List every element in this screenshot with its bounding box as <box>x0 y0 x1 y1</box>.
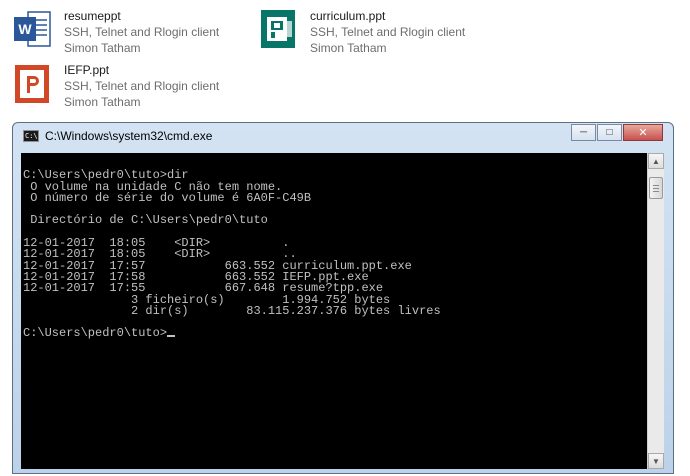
file-type: SSH, Telnet and Rlogin client <box>64 25 220 39</box>
file-company: Simon Tatham <box>64 41 141 55</box>
scroll-down-arrow-icon[interactable]: ▼ <box>648 453 664 469</box>
console-lines: C:\Users\pedr0\tuto>dir O volume na unid… <box>23 168 441 340</box>
vertical-scrollbar[interactable]: ▲ ▼ <box>647 153 664 469</box>
console-app-icon: C:\ <box>23 130 39 142</box>
console-line: C:\Users\pedr0\tuto> <box>23 326 168 341</box>
word-document-icon: W <box>14 11 51 47</box>
maximize-button[interactable]: □ <box>597 124 622 141</box>
console-line: 2 dir(s) 83.115.237.376 bytes livres <box>23 303 441 318</box>
cmd-window[interactable]: C:\ C:\Windows\system32\cmd.exe ─ □ ✕ C:… <box>12 122 674 474</box>
file-name: resumeppt <box>64 9 121 23</box>
minimize-button[interactable]: ─ <box>571 124 596 141</box>
window-title: C:\Windows\system32\cmd.exe <box>45 129 213 143</box>
text-cursor <box>167 335 176 338</box>
file-type: SSH, Telnet and Rlogin client <box>64 79 220 93</box>
console-line: O número de série do volume é 6A0F-C49B <box>23 190 312 205</box>
file-company: Simon Tatham <box>64 95 141 109</box>
file-name: curriculum.ppt <box>310 9 386 23</box>
window-controls: ─ □ ✕ <box>570 124 663 141</box>
close-button[interactable]: ✕ <box>623 124 663 141</box>
file-company: Simon Tatham <box>310 41 387 55</box>
console-text: C:\Users\pedr0\tuto>dir O volume na unid… <box>21 153 647 340</box>
console-output[interactable]: C:\Users\pedr0\tuto>dir O volume na unid… <box>21 153 647 469</box>
scroll-up-arrow-icon[interactable]: ▲ <box>648 153 664 169</box>
console-line: Directório de C:\Users\pedr0\tuto <box>23 213 268 228</box>
svg-text:W: W <box>18 21 32 37</box>
powerpoint-document-icon <box>15 65 49 103</box>
title-bar[interactable]: C:\ C:\Windows\system32\cmd.exe ─ □ ✕ <box>13 123 673 149</box>
file-type: SSH, Telnet and Rlogin client <box>310 25 466 39</box>
scroll-thumb[interactable] <box>649 177 663 199</box>
publisher-document-icon <box>261 10 295 48</box>
file-name: IEFP.ppt <box>64 63 110 77</box>
